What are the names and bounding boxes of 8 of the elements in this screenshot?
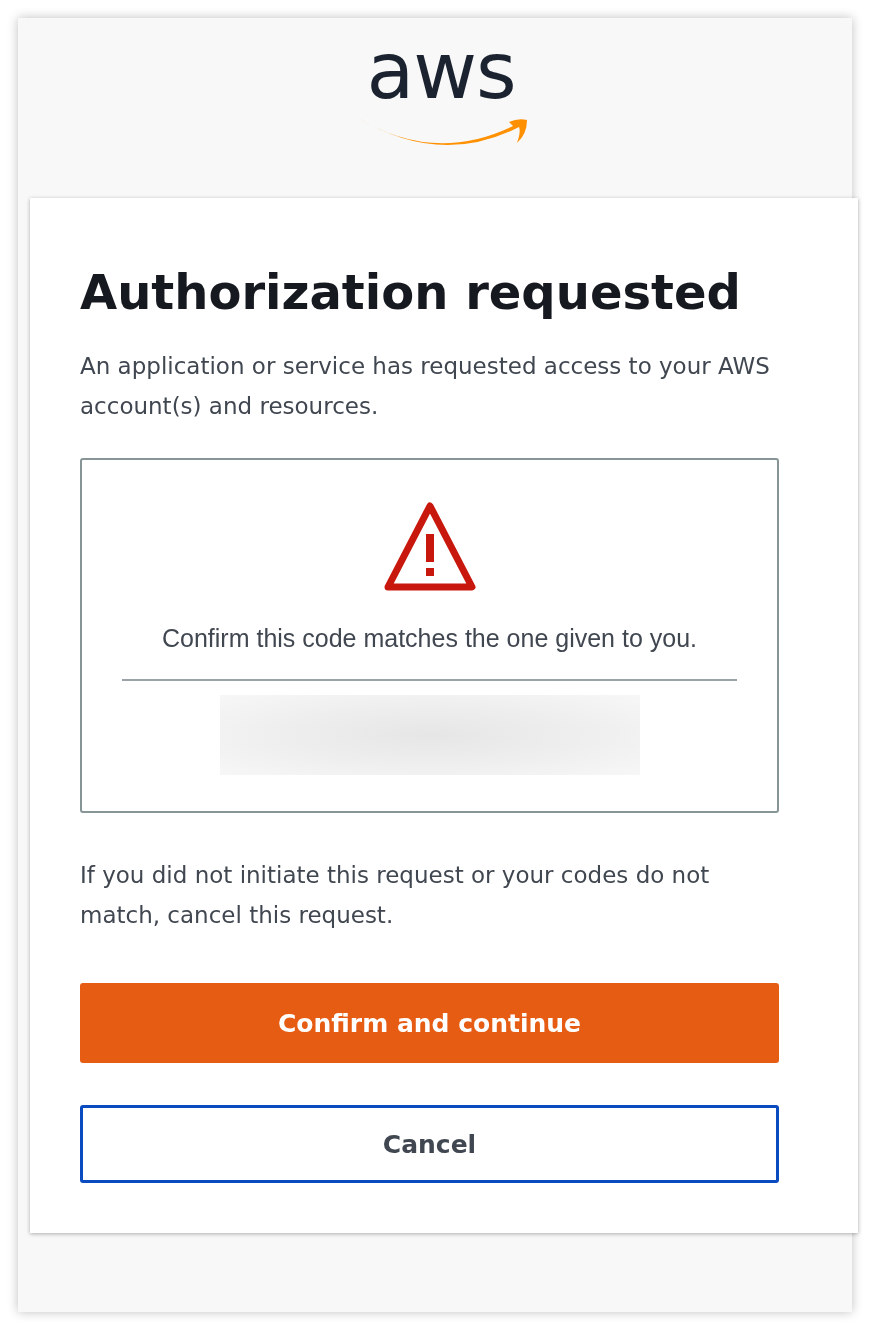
confirm-button[interactable]: Confirm and continue — [80, 983, 779, 1063]
cancel-note: If you did not initiate this request or your codes do not match, cancel this request. — [80, 861, 711, 930]
code-instruction: Confirm this code matches the one given to you. — [162, 624, 697, 653]
page-title: Authorization requested — [80, 263, 742, 322]
warning-icon — [382, 500, 477, 594]
logo-text: aws — [366, 36, 516, 106]
cancel-button[interactable]: Cancel — [80, 1105, 779, 1183]
intro-text: An application or service has requested access to your AWS account(s) and resources. — [80, 352, 771, 421]
